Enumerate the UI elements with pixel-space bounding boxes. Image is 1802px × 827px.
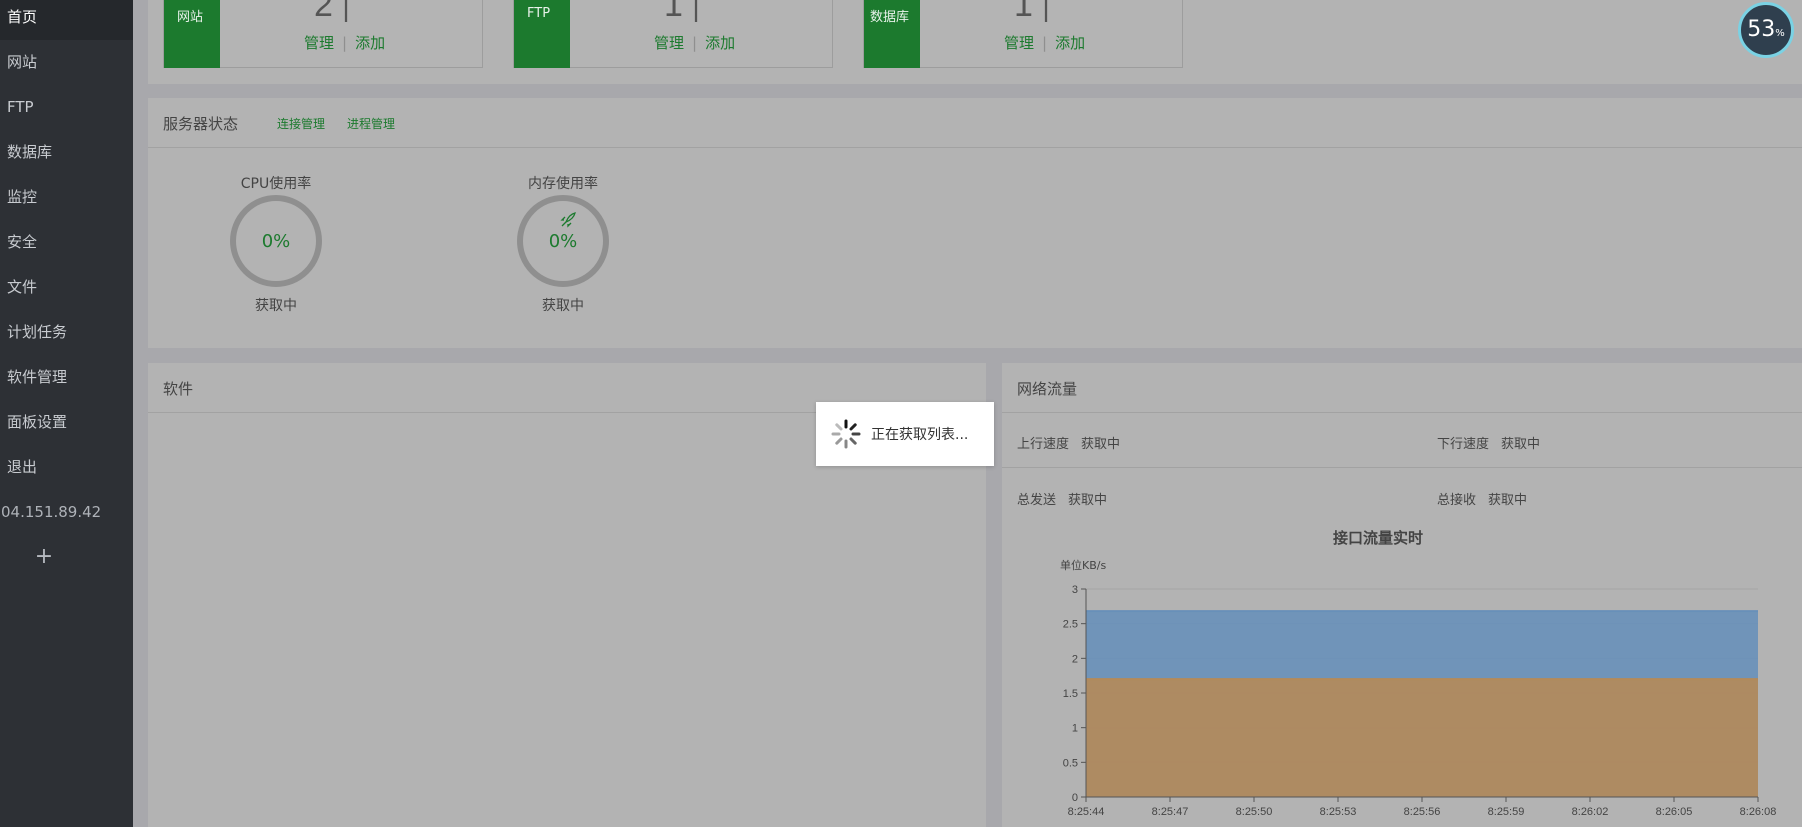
x-tick-label: 8:25:53 [1320,806,1357,818]
ftp-manage-link[interactable]: 管理 [654,34,684,52]
website-add-link[interactable]: 添加 [355,34,385,52]
sidebar-item-logout[interactable]: 退出 [0,445,133,490]
database-manage-link[interactable]: 管理 [1004,34,1034,52]
ftp-card: FTP 1 | 管理 | 添加 [513,0,833,68]
traffic-chart: 0 0.5 1 1.5 2 2.5 3 8:25:44 8:25:47 8:25:50 8:25:5… [1063,584,1777,818]
link-separator: | [342,34,348,52]
loading-popup: 正在获取列表... [816,402,994,466]
y-tick-label: 0.5 [1063,757,1078,769]
sidebar-item-settings[interactable]: 面板设置 [0,400,133,445]
x-tick-label: 8:25:47 [1152,806,1189,818]
x-tick-label: 8:25:50 [1236,806,1273,818]
memory-gauge-title: 内存使用率 [528,176,598,192]
total-received: 总接收 获取中 [1437,493,1528,508]
website-manage-link[interactable]: 管理 [304,34,334,52]
y-tick-label: 2 [1072,653,1078,665]
x-tick-label: 8:25:44 [1068,806,1105,818]
chart-unit-label: 单位KB/s [1060,559,1107,572]
database-tag: 数据库 [864,0,920,68]
x-tick-label: 8:26:02 [1572,806,1609,818]
sidebar-item-software[interactable]: 软件管理 [0,355,133,400]
ftp-count[interactable]: 1 | [664,0,700,25]
server-status-panel: 服务器状态 连接管理 进程管理 CPU使用率 0% 获取中 内存使用率 0% 获… [148,98,1802,348]
cpu-value: 0% [261,231,291,252]
network-divider [1002,467,1802,468]
link-separator: | [692,34,698,52]
loading-text: 正在获取列表... [871,427,969,443]
memory-value: 0% [548,231,578,252]
website-count[interactable]: 2 | [314,0,350,25]
server-ip: 04.151.89.42 [1,503,102,521]
connection-manage-link[interactable]: 连接管理 [277,115,325,132]
sidebar: 首页 网站 FTP 数据库 监控 安全 文件 计划任务 软件管理 面板设置 退出… [0,0,133,827]
sidebar-item-database[interactable]: 数据库 [0,130,133,175]
cpu-gauge[interactable]: CPU使用率 0% 获取中 [206,173,346,315]
network-header: 网络流量 [1002,363,1802,413]
network-title: 网络流量 [1017,380,1078,398]
network-panel: 网络流量 上行速度 获取中 下行速度 获取中 总发送 获取中 总接收 获取中 接口流量实… [1002,363,1802,827]
x-tick-label: 8:25:59 [1488,806,1525,818]
sidebar-item-home[interactable]: 首页 [0,0,133,40]
cpu-gauge-title: CPU使用率 [240,176,312,192]
total-sent: 总发送 获取中 [1017,493,1108,508]
overview-panel: 网站 2 | 管理 | 添加 FTP 1 | 管理 | 添加 数据库 1 | 管理 | 添加 [148,0,1802,84]
sidebar-item-cron[interactable]: 计划任务 [0,310,133,355]
y-tick-label: 3 [1072,584,1078,596]
sidebar-item-monitor[interactable]: 监控 [0,175,133,220]
series-area [1086,679,1758,797]
website-tag: 网站 [164,0,220,68]
score-badge[interactable]: 53% [1738,2,1794,58]
database-count[interactable]: 1 | [1014,0,1050,25]
y-tick-label: 1 [1072,723,1078,735]
download-speed: 下行速度 获取中 [1437,437,1541,452]
ftp-add-link[interactable]: 添加 [705,34,735,52]
ftp-tag: FTP [514,0,570,68]
server-status-title: 服务器状态 [163,115,239,133]
x-tick-label: 8:26:08 [1740,806,1777,818]
sidebar-item-website[interactable]: 网站 [0,40,133,85]
memory-status: 获取中 [542,298,584,314]
software-title: 软件 [163,380,194,398]
cpu-status: 获取中 [255,298,297,314]
memory-ring: 0% [517,195,609,287]
y-tick-label: 2.5 [1063,619,1078,631]
x-tick-label: 8:26:05 [1656,806,1693,818]
y-tick-label: 1.5 [1063,688,1078,700]
sidebar-item-security[interactable]: 安全 [0,220,133,265]
spinner-icon [831,419,861,449]
y-tick-label: 0 [1072,792,1078,804]
rocket-icon[interactable] [559,211,577,233]
memory-gauge[interactable]: 内存使用率 0% 获取中 [493,173,633,315]
database-card: 数据库 1 | 管理 | 添加 [863,0,1183,68]
link-separator: | [1042,34,1048,52]
sidebar-item-files[interactable]: 文件 [0,265,133,310]
server-status-header: 服务器状态 连接管理 进程管理 [148,98,1802,148]
x-tick-label: 8:25:56 [1404,806,1441,818]
database-add-link[interactable]: 添加 [1055,34,1085,52]
sidebar-item-ftp[interactable]: FTP [0,85,133,130]
website-card: 网站 2 | 管理 | 添加 [163,0,483,68]
process-manage-link[interactable]: 进程管理 [347,115,395,132]
cpu-ring: 0% [230,195,322,287]
upload-speed: 上行速度 获取中 [1017,437,1121,452]
add-shortcut-button[interactable]: + [30,540,58,574]
chart-title: 接口流量实时 [1332,529,1423,547]
